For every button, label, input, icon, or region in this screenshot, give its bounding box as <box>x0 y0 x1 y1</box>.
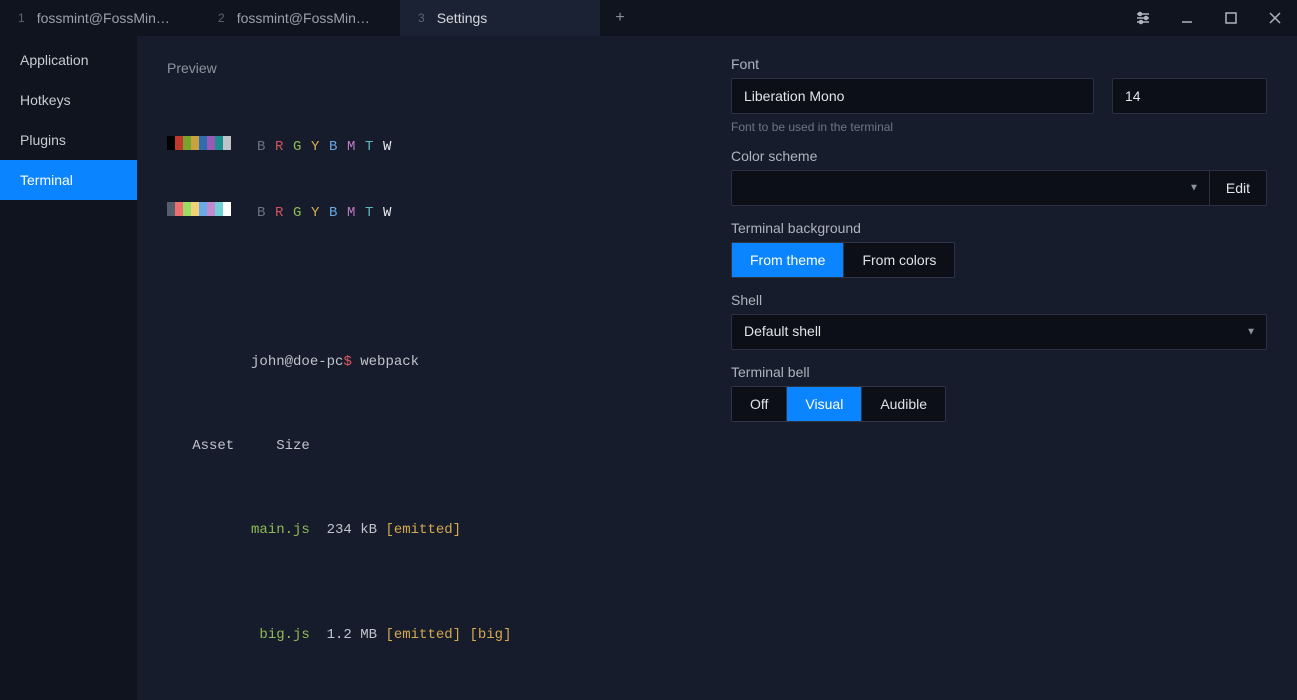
preview-tag: [emitted] <box>385 522 461 538</box>
sidebar-item-application[interactable]: Application <box>0 40 137 80</box>
tab-bar: 1 fossmint@FossMin… 2 fossmint@FossMin… … <box>0 0 1297 36</box>
preview-line: Asset Size <box>167 436 689 457</box>
bell-off-button[interactable]: Off <box>732 387 786 421</box>
new-tab-button[interactable]: + <box>600 0 640 36</box>
sidebar-item-plugins[interactable]: Plugins <box>0 120 137 160</box>
bell-audible-button[interactable]: Audible <box>861 387 945 421</box>
tab-settings[interactable]: 3 Settings <box>400 0 600 36</box>
terminal-settings-form: Font Font to be used in the terminal Col… <box>717 36 1297 700</box>
chevron-down-icon: ▼ <box>1189 183 1199 194</box>
terminal-bg-toggle: From theme From colors <box>731 242 955 278</box>
preview-heading: Preview <box>167 60 689 76</box>
preview-size: 234 kB <box>310 522 386 538</box>
preview-prompt: john@doe-pc <box>251 354 343 370</box>
tab-index: 3 <box>418 11 425 25</box>
tab-label: fossmint@FossMin… <box>237 10 370 26</box>
settings-sidebar: Application Hotkeys Plugins Terminal <box>0 36 137 700</box>
edit-scheme-button[interactable]: Edit <box>1209 170 1267 206</box>
color-scheme-label: Color scheme <box>731 148 1267 164</box>
preview-pane: Preview BRGYBMTW BRGYBMTW john@doe-pc$ w… <box>137 36 717 700</box>
sidebar-item-hotkeys[interactable]: Hotkeys <box>0 80 137 120</box>
font-hint: Font to be used in the terminal <box>731 120 1267 134</box>
maximize-icon[interactable] <box>1209 0 1253 36</box>
preview-asset: big.js <box>251 627 310 643</box>
tab-terminal-2[interactable]: 2 fossmint@FossMin… <box>200 0 400 36</box>
terminal-bell-label: Terminal bell <box>731 364 1267 380</box>
font-label: Font <box>731 56 1267 72</box>
font-input[interactable] <box>731 78 1094 114</box>
tab-index: 1 <box>18 11 25 25</box>
prompt-dollar: $ <box>343 354 351 370</box>
font-size-input[interactable] <box>1112 78 1267 114</box>
terminal-preview: BRGYBMTW BRGYBMTW john@doe-pc$ webpack A… <box>167 94 689 700</box>
preview-tag: [big] <box>461 627 511 643</box>
tab-terminal-1[interactable]: 1 fossmint@FossMin… <box>0 0 200 36</box>
color-scheme-select[interactable]: ▼ <box>731 170 1209 206</box>
shell-select[interactable]: Default shell ▼ <box>731 314 1267 350</box>
shell-value: Default shell <box>744 323 821 339</box>
preview-cmd: webpack <box>352 354 419 370</box>
terminal-bg-label: Terminal background <box>731 220 1267 236</box>
bg-from-colors-button[interactable]: From colors <box>843 243 954 277</box>
color-swatch-row-bright: BRGYBMTW <box>167 202 689 224</box>
minimize-icon[interactable] <box>1165 0 1209 36</box>
terminal-bell-toggle: Off Visual Audible <box>731 386 946 422</box>
tab-label: Settings <box>437 10 488 26</box>
shell-label: Shell <box>731 292 1267 308</box>
bg-from-theme-button[interactable]: From theme <box>732 243 843 277</box>
sidebar-item-terminal[interactable]: Terminal <box>0 160 137 200</box>
color-swatch-row-normal: BRGYBMTW <box>167 136 689 158</box>
bell-visual-button[interactable]: Visual <box>786 387 861 421</box>
preview-size: 1.2 MB <box>310 627 386 643</box>
tab-label: fossmint@FossMin… <box>37 10 170 26</box>
close-icon[interactable] <box>1253 0 1297 36</box>
preview-tag: [emitted] <box>385 627 461 643</box>
tab-index: 2 <box>218 11 225 25</box>
settings-icon[interactable] <box>1121 0 1165 36</box>
preview-asset: main.js <box>251 522 310 538</box>
chevron-down-icon: ▼ <box>1246 327 1256 338</box>
